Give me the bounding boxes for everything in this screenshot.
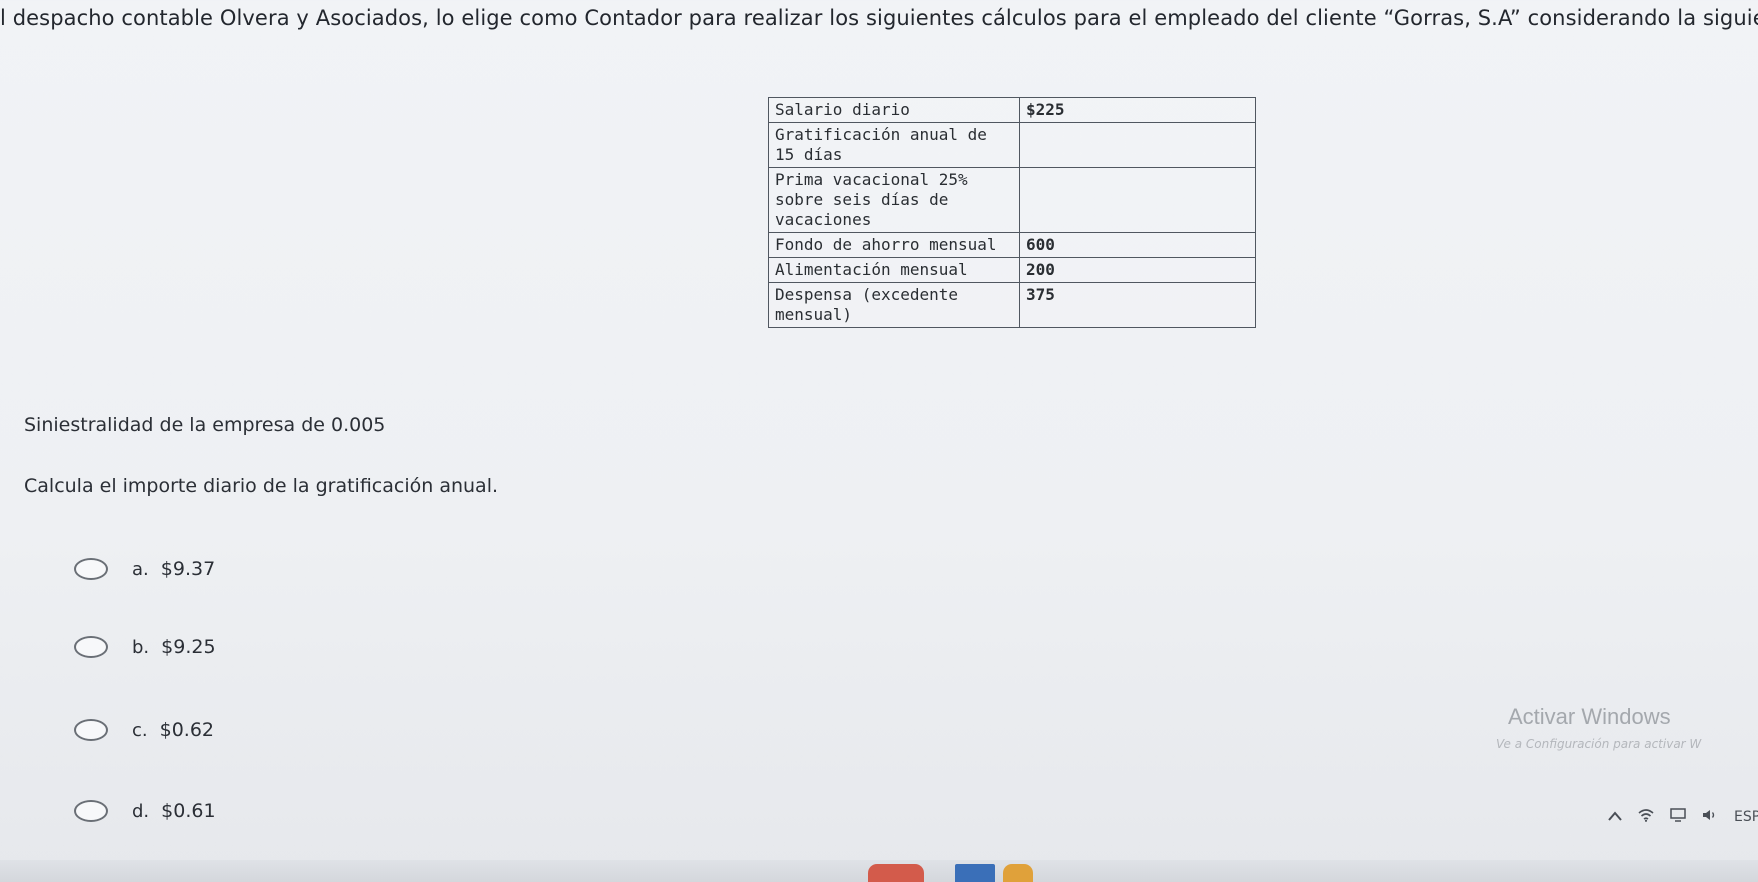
table-cell-value: 600 [1019, 232, 1256, 258]
table-cell-label: Gratificación anual de 15 días [768, 122, 1020, 168]
option-text: $9.25 [161, 636, 216, 658]
table-cell-value: 200 [1019, 257, 1256, 283]
table-row: Gratificación anual de 15 días [768, 122, 1256, 168]
table-row: Salario diario $225 [768, 97, 1256, 123]
volume-icon[interactable] [1702, 808, 1718, 826]
language-indicator[interactable]: ESP [1734, 809, 1758, 825]
table-row: Fondo de ahorro mensual 600 [768, 232, 1256, 258]
option-text: $0.61 [161, 800, 216, 822]
question-intro: l despacho contable Olvera y Asociados, … [0, 6, 1758, 30]
radio-button[interactable] [74, 719, 108, 741]
table-row: Prima vacacional 25% sobre seis días de … [768, 167, 1256, 233]
activation-watermark-title: Activar Windows [1508, 704, 1671, 729]
option-text: $9.37 [160, 558, 216, 580]
radio-button[interactable] [74, 558, 108, 580]
table-cell-label: Alimentación mensual [768, 257, 1020, 283]
activation-watermark-subtitle: Ve a Configuración para activar W [1496, 737, 1702, 751]
table-cell-value: 375 [1019, 282, 1256, 328]
option-letter: a. [132, 558, 149, 580]
monitor-icon[interactable] [1670, 808, 1686, 826]
taskbar-app-icon[interactable] [868, 864, 924, 882]
table-cell-label: Fondo de ahorro mensual [768, 232, 1020, 258]
option-letter: c. [132, 719, 148, 741]
chevron-up-icon[interactable] [1608, 809, 1622, 825]
option-d[interactable]: d. $0.61 [74, 800, 216, 822]
radio-button[interactable] [74, 636, 108, 658]
table-row: Alimentación mensual 200 [768, 257, 1256, 283]
system-tray: ESP [1608, 808, 1758, 826]
option-letter: d. [132, 800, 150, 822]
table-cell-label: Despensa (excedente mensual) [768, 282, 1020, 328]
info-table: Salario diario $225 Gratificación anual … [768, 97, 1256, 328]
option-letter: b. [132, 636, 150, 658]
siniestralidad-text: Siniestralidad de la empresa de 0.005 [24, 414, 386, 436]
table-cell-label: Prima vacacional 25% sobre seis días de … [768, 167, 1020, 233]
option-c[interactable]: c. $0.62 [74, 719, 214, 741]
table-cell-value: $225 [1019, 97, 1256, 123]
taskbar-app-icon[interactable] [955, 864, 995, 882]
taskbar-app-icon[interactable] [1003, 864, 1033, 882]
option-b[interactable]: b. $9.25 [74, 636, 216, 658]
table-cell-label: Salario diario [768, 97, 1020, 123]
table-row: Despensa (excedente mensual) 375 [768, 282, 1256, 328]
option-text: $0.62 [159, 719, 215, 741]
table-cell-value [1019, 167, 1256, 233]
question-text: Calcula el importe diario de la gratific… [24, 475, 499, 497]
radio-button[interactable] [74, 800, 108, 822]
table-cell-value [1019, 122, 1256, 168]
wifi-icon[interactable] [1638, 808, 1654, 826]
option-a[interactable]: a. $9.37 [74, 558, 215, 580]
